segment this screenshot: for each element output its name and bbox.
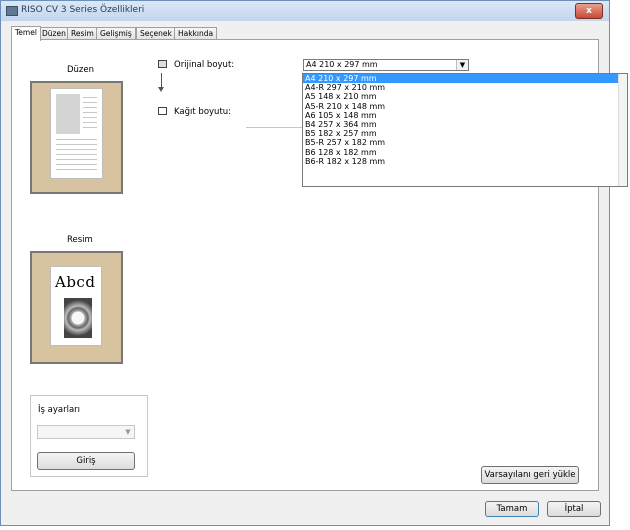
dropdown-option[interactable]: A5 148 x 210 mm	[303, 92, 627, 101]
entry-button[interactable]: Giriş	[37, 452, 135, 470]
cancel-button[interactable]: İptal	[547, 501, 601, 517]
printer-icon	[6, 6, 18, 16]
ok-button[interactable]: Tamam	[485, 501, 539, 517]
original-size-value: A4 210 x 297 mm	[306, 60, 378, 69]
layout-image-placeholder	[56, 94, 80, 134]
paper-size-label: Kağıt boyutu:	[174, 107, 232, 117]
preview-text: Abcd	[55, 273, 96, 291]
window-title: RISO CV 3 Series Özellikleri	[21, 5, 145, 15]
divider-line	[246, 127, 304, 128]
text-line	[83, 112, 97, 113]
title-bar: RISO CV 3 Series Özellikleri x	[1, 1, 609, 21]
paper-size-icon	[158, 107, 167, 115]
job-settings-select[interactable]: ▼	[37, 425, 135, 439]
text-line	[83, 102, 97, 103]
dropdown-option[interactable]: A5-R 210 x 148 mm	[303, 102, 627, 111]
flower-photo	[64, 298, 92, 338]
job-settings-label: İş ayarları	[38, 405, 81, 415]
chevron-down-icon[interactable]: ▼	[122, 426, 134, 438]
text-line	[56, 164, 97, 165]
text-line	[83, 127, 97, 128]
text-line	[56, 144, 97, 145]
dropdown-option[interactable]: A6 105 x 148 mm	[303, 111, 627, 120]
text-line	[83, 107, 97, 108]
text-line	[56, 149, 97, 150]
original-size-select[interactable]: A4 210 x 297 mm ▼	[303, 59, 469, 71]
original-size-dropdown-list[interactable]: A4 210 x 297 mm A4-R 297 x 210 mm A5 148 x…	[302, 73, 628, 187]
dropdown-option[interactable]: B4 257 x 364 mm	[303, 120, 627, 129]
original-size-icon	[158, 60, 167, 68]
dropdown-option[interactable]: B6 128 x 182 mm	[303, 148, 627, 157]
restore-defaults-button[interactable]: Varsayılanı geri yükle	[481, 466, 579, 484]
arrow-head-icon	[158, 87, 164, 92]
text-line	[56, 139, 97, 140]
image-preview-label: Resim	[67, 235, 93, 245]
dropdown-option[interactable]: A4 210 x 297 mm	[303, 74, 627, 84]
dropdown-option[interactable]: A4-R 297 x 210 mm	[303, 83, 627, 92]
dropdown-option[interactable]: B5 182 x 257 mm	[303, 129, 627, 138]
original-size-label: Orijinal boyut:	[174, 60, 235, 70]
dropdown-scrollbar[interactable]	[618, 74, 627, 186]
dropdown-option[interactable]: B6-R 182 x 128 mm	[303, 157, 627, 166]
close-button[interactable]: x	[575, 3, 603, 19]
chevron-down-icon[interactable]: ▼	[456, 60, 468, 70]
tab-temel[interactable]: Temel	[11, 26, 41, 41]
dropdown-option[interactable]: B5-R 257 x 182 mm	[303, 138, 627, 147]
text-line	[83, 117, 97, 118]
text-line	[56, 169, 97, 170]
layout-preview-label: Düzen	[67, 65, 95, 75]
text-line	[56, 159, 97, 160]
text-line	[56, 154, 97, 155]
text-line	[83, 122, 97, 123]
text-line	[83, 97, 97, 98]
